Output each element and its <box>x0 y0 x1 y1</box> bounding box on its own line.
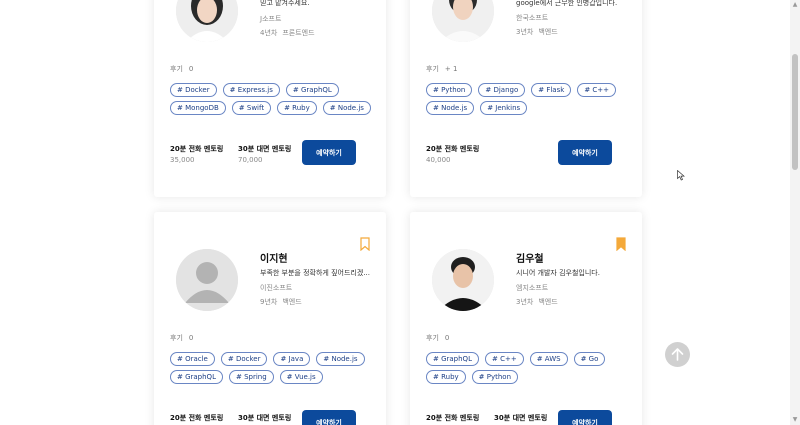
tag-list: # Oracle # Docker # Java # Node.js # Gra… <box>170 352 380 384</box>
tag-chip[interactable]: # Docker <box>220 352 268 366</box>
vertical-scrollbar[interactable]: ▲ ▼ <box>790 0 800 425</box>
meet-mentoring-price: 30분 대면 멘토링 70,000 <box>238 145 292 164</box>
scroll-up-arrow-icon[interactable]: ▲ <box>790 0 800 10</box>
tag-chip[interactable]: # Django <box>478 83 526 97</box>
tag-chip[interactable]: # Docker <box>170 83 217 97</box>
phone-mentoring-price: 20분 전화 멘토링 <box>426 414 480 422</box>
book-button[interactable]: 예약하기 <box>302 410 356 425</box>
tag-chip[interactable]: # MongoDB <box>170 101 226 115</box>
book-button[interactable]: 예약하기 <box>302 140 356 165</box>
mouse-pointer-icon <box>677 166 685 185</box>
tag-list: # Python # Django # Flask # C++ # Node.j… <box>426 83 636 115</box>
tag-chip[interactable]: # Swift <box>231 101 272 115</box>
mentor-name: 김우철 <box>516 254 544 265</box>
tag-chip[interactable]: # Node.js <box>426 101 475 115</box>
phone-mentoring-price: 20분 전화 멘토링 35,000 <box>170 145 224 164</box>
book-button[interactable]: 예약하기 <box>558 410 612 425</box>
tag-chip[interactable]: # Node.js <box>316 352 365 366</box>
tag-chip[interactable]: # Flask <box>531 83 572 97</box>
tag-chip[interactable]: # Spring <box>228 370 274 384</box>
tag-chip[interactable]: # Python <box>426 83 473 97</box>
tag-chip[interactable]: # C++ <box>577 83 617 97</box>
tag-chip[interactable]: # Python <box>471 370 519 384</box>
mentor-career: 3년차 백엔드 <box>516 298 558 306</box>
tag-list: # GraphQL # C++ # AWS # Go # Ruby # Pyth… <box>426 352 636 384</box>
tag-chip[interactable]: # C++ <box>484 352 524 366</box>
tag-chip[interactable]: # AWS <box>529 352 568 366</box>
mentor-company: 이진소프트 <box>260 284 293 292</box>
mentor-avatar <box>432 249 494 311</box>
mentor-intro: 시니어 개발자 김우철입니다. <box>516 269 600 277</box>
tag-chip[interactable]: # Node.js <box>322 101 371 115</box>
mentor-list-page: 믿고 맡겨주세요. J소프트 4년차 프론트엔드 후기 0 # Docker # E… <box>0 0 790 425</box>
tag-chip[interactable]: # GraphQL <box>285 83 339 97</box>
book-button[interactable]: 예약하기 <box>558 140 612 165</box>
mentor-card[interactable]: 김우철 시니어 개발자 김우철입니다. 엠지소프트 3년차 백엔드 후기 0 # G… <box>410 212 642 425</box>
mentor-card[interactable]: 믿고 맡겨주세요. J소프트 4년차 프론트엔드 후기 0 # Docker # E… <box>154 0 386 197</box>
tag-chip[interactable]: # Ruby <box>277 101 317 115</box>
mentor-career: 9년차 백엔드 <box>260 298 302 306</box>
bookmark-icon[interactable] <box>360 236 370 252</box>
tag-chip[interactable]: # GraphQL <box>170 370 223 384</box>
mentor-card[interactable]: google에서 근무한 인병갑입니다. 한국소프트 3년차 백엔드 후기 + 1 … <box>410 0 642 197</box>
phone-mentoring-price: 20분 전화 멘토링 <box>170 414 224 422</box>
mentor-card[interactable]: 이지현 부족한 부분을 정확하게 짚어드리겠... 이진소프트 9년차 백엔드 후… <box>154 212 386 425</box>
mentor-review[interactable]: 후기 0 <box>170 333 193 343</box>
meet-mentoring-price: 30분 대면 멘토링 <box>238 414 292 422</box>
arrow-up-icon <box>671 348 684 361</box>
mentor-name: 이지현 <box>260 254 288 265</box>
mentor-career: 4년차 프론트엔드 <box>260 29 315 37</box>
tag-chip[interactable]: # Ruby <box>426 370 466 384</box>
scrollbar-thumb[interactable] <box>792 54 798 170</box>
mentor-review[interactable]: 후기 + 1 <box>426 64 457 74</box>
mentor-company: J소프트 <box>260 15 282 23</box>
scroll-down-arrow-icon[interactable]: ▼ <box>790 415 800 425</box>
tag-chip[interactable]: # Express.js <box>222 83 280 97</box>
phone-mentoring-price: 20분 전화 멘토링 40,000 <box>426 145 480 164</box>
bookmark-icon[interactable] <box>616 236 626 252</box>
tag-chip[interactable]: # Java <box>273 352 311 366</box>
tag-chip[interactable]: # Jenkins <box>480 101 528 115</box>
mentor-intro: google에서 근무한 인병갑입니다. <box>516 0 618 7</box>
scroll-to-top-button[interactable] <box>665 342 690 367</box>
tag-chip[interactable]: # GraphQL <box>426 352 479 366</box>
mentor-career: 3년차 백엔드 <box>516 28 558 36</box>
tag-chip[interactable]: # Oracle <box>170 352 215 366</box>
mentor-company: 엠지소프트 <box>516 284 549 292</box>
tag-chip[interactable]: # Vue.js <box>279 370 323 384</box>
mentor-review[interactable]: 후기 0 <box>426 333 449 343</box>
tag-list: # Docker # Express.js # GraphQL # MongoD… <box>170 83 380 115</box>
meet-mentoring-price: 30분 대면 멘토링 <box>494 414 548 422</box>
mentor-company: 한국소프트 <box>516 14 549 22</box>
mentor-review[interactable]: 후기 0 <box>170 64 193 74</box>
mentor-avatar <box>432 0 494 42</box>
mentor-intro: 부족한 부분을 정확하게 짚어드리겠... <box>260 269 370 277</box>
mentor-avatar <box>176 0 238 42</box>
mentor-intro: 믿고 맡겨주세요. <box>260 0 310 7</box>
mentor-avatar <box>176 249 238 311</box>
tag-chip[interactable]: # Go <box>573 352 606 366</box>
